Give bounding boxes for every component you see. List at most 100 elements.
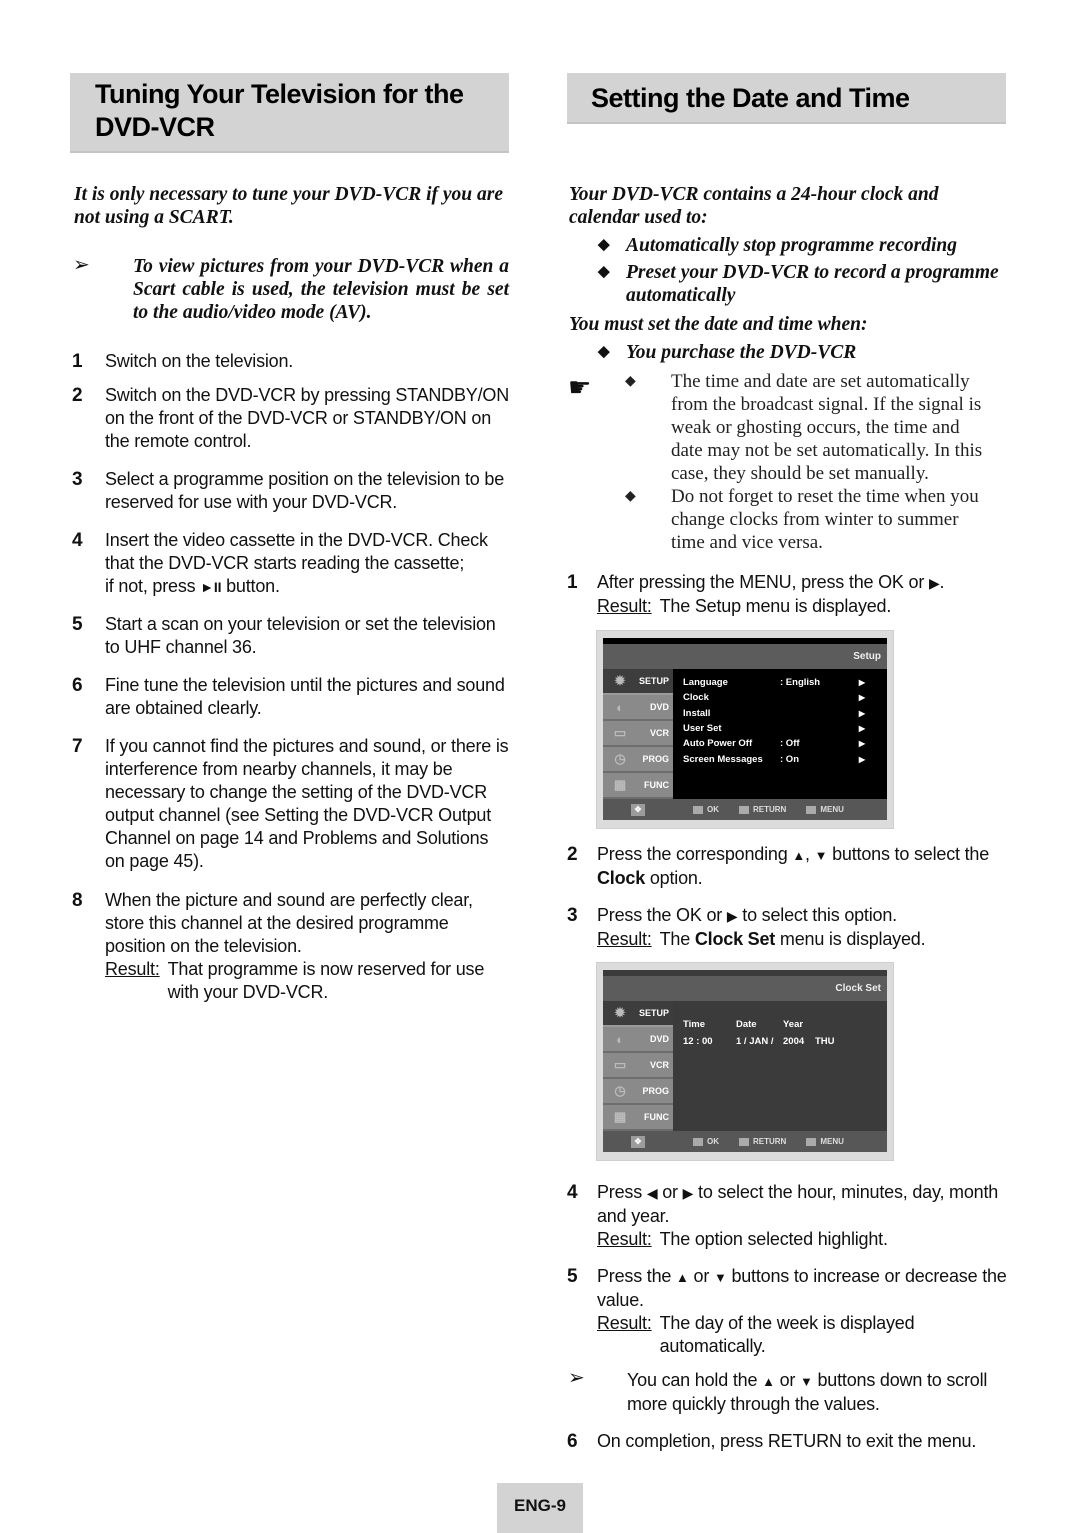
osd-option-auto-power-off[interactable]: Auto Power Off : Off ▶	[683, 736, 877, 751]
osd-return-hint: RETURN	[739, 1137, 786, 1146]
osd-option-install[interactable]: Install ▶	[683, 706, 877, 721]
osd-option-user-set[interactable]: User Set ▶	[683, 721, 877, 736]
section-title-date-time: Setting the Date and Time	[567, 73, 1006, 124]
weekday-value: THU	[815, 1036, 835, 1047]
osd-sidebar-label: PROG	[642, 1086, 669, 1096]
date-header: Date	[736, 1019, 757, 1030]
osd-sidebar-item-vcr[interactable]: ▭ VCR	[603, 721, 673, 747]
step-number: 2	[567, 844, 578, 865]
osd-option-clock[interactable]: Clock ▶	[683, 690, 877, 705]
option-value: : Off	[780, 738, 800, 750]
diamond-bullet-icon: ◆	[598, 344, 610, 360]
step-number: 4	[567, 1182, 578, 1203]
osd-sidebar-item-setup[interactable]: ✹ SETUP	[603, 669, 673, 695]
osd-sidebar-item-vcr[interactable]: ▭ VCR	[603, 1053, 673, 1079]
osd-sidebar-item-prog[interactable]: ◷ PROG	[603, 1079, 673, 1105]
option-value: : English	[780, 677, 821, 689]
ok-label: OK	[707, 805, 719, 814]
diamond-bullet-icon: ◆	[625, 489, 636, 504]
tuning-step-7: 7 If you cannot find the pictures and so…	[72, 735, 512, 873]
left-arrow-icon: ◀	[646, 1185, 658, 1201]
step-number: 1	[72, 351, 83, 372]
date-value[interactable]: 1 / JAN /	[736, 1036, 783, 1047]
step-text: Select a programme position on the telev…	[105, 469, 505, 512]
osd-sidebar-label: FUNC	[644, 1112, 669, 1122]
must-set-heading: You must set the date and time when:	[569, 314, 868, 335]
step-number: 5	[567, 1266, 578, 1287]
osd-sidebar-label: DVD	[649, 1034, 669, 1044]
note-text: Do not forget to reset the time when you…	[671, 486, 979, 553]
navigation-pad-icon: ✥	[631, 803, 645, 816]
step-text: After pressing the MENU, press the OK or	[597, 572, 925, 592]
step-text: to select this option.	[742, 905, 897, 925]
uses-item: ◆ Preset your DVD-VCR to record a progra…	[598, 261, 1008, 307]
diamond-bullet-icon: ◆	[598, 237, 610, 253]
step-text: Switch on the television.	[105, 351, 294, 371]
uses-list: ◆ Automatically stop programme recording…	[598, 234, 1008, 307]
return-icon	[739, 805, 749, 814]
down-arrow-icon: ▼	[713, 1270, 727, 1285]
year-value[interactable]: 2004	[783, 1036, 815, 1047]
step-number: 8	[72, 890, 83, 911]
step-text-end: button.	[226, 576, 280, 596]
up-arrow-icon: ▲	[762, 1374, 775, 1389]
step-number: 5	[72, 614, 83, 635]
result-text: The	[659, 929, 691, 949]
option-label: Clock	[683, 692, 709, 704]
osd-sidebar-item-dvd[interactable]: ◐ DVD	[603, 695, 673, 721]
step-text: or	[662, 1182, 678, 1202]
right-arrow-icon: ▶	[858, 678, 865, 688]
osd-option-screen-messages[interactable]: Screen Messages : On ▶	[683, 751, 877, 766]
clock-step-3: 3 Press the OK or ▶ to select this optio…	[567, 904, 1007, 951]
result-text: That programme is now reserved for use w…	[167, 959, 485, 1002]
option-value: : On	[780, 753, 799, 765]
step-number: 6	[72, 675, 83, 696]
osd-setup-options: Language : English ▶ Clock ▶ Install ▶ U…	[673, 669, 887, 799]
osd-sidebar-label: SETUP	[638, 1008, 669, 1018]
osd-clock-fields: Time Date Year 12 : 00 1 / JAN / 2004 TH…	[673, 1001, 887, 1131]
osd-sidebar: ✹ SETUP ◐ DVD ▭ VCR ◷ PROG ▦ FUNC	[603, 1001, 673, 1131]
tuning-step-2: 2 Switch on the DVD-VCR by pressing STAN…	[72, 384, 512, 453]
function-grid-icon: ▦	[613, 777, 627, 792]
year-header: Year	[783, 1019, 804, 1030]
tuning-step-4: 4 Insert the video cassette in the DVD-V…	[72, 529, 512, 599]
step-number: 7	[72, 736, 83, 757]
time-value[interactable]: 12 : 00	[683, 1036, 736, 1047]
osd-sidebar-label: FUNC	[644, 780, 669, 790]
step-text: buttons to select the	[832, 844, 990, 864]
dvd-disc-icon: ◐	[616, 1031, 624, 1047]
step-number: 6	[567, 1431, 578, 1452]
clock-set-menu-screenshot: Clock Set ✹ SETUP ◐ DVD ▭ VCR ◷ PROG ▦ F…	[596, 962, 894, 1161]
menu-label: MENU	[820, 1137, 844, 1146]
osd-sidebar-item-func[interactable]: ▦ FUNC	[603, 1105, 673, 1131]
ok-icon	[693, 1137, 703, 1146]
osd-sidebar-item-prog[interactable]: ◷ PROG	[603, 747, 673, 773]
right-arrow-icon: ▶	[682, 1185, 694, 1201]
clock-step-4: 4 Press ◀ or ▶ to select the hour, minut…	[567, 1181, 1007, 1251]
osd-header: Clock Set	[603, 976, 887, 1001]
tuning-note: To view pictures from your DVD-VCR when …	[133, 256, 509, 323]
step-text-cont: if not, press	[105, 576, 196, 596]
osd-sidebar-label: DVD	[649, 702, 669, 712]
up-arrow-icon: ▲	[792, 848, 805, 863]
step-result: Result: The Clock Set menu is displayed.	[597, 928, 1007, 951]
time-header: Time	[683, 1019, 706, 1030]
right-arrow-icon: ▶	[858, 754, 865, 764]
osd-return-hint: RETURN	[739, 805, 786, 814]
result-label: Result:	[597, 929, 652, 949]
osd-option-language[interactable]: Language : English ▶	[683, 675, 877, 690]
osd-sidebar-item-func[interactable]: ▦ FUNC	[603, 773, 673, 799]
clock-step-6: 6 On completion, press RETURN to exit th…	[567, 1430, 1007, 1453]
scroll-tip: You can hold the ▲ or ▼ buttons down to …	[627, 1369, 1007, 1416]
step-result: Result: The day of the week is displayed…	[597, 1312, 1007, 1358]
step-number: 3	[567, 905, 578, 926]
menu-label: MENU	[820, 805, 844, 814]
step-text: option.	[649, 868, 703, 888]
osd-sidebar-item-setup[interactable]: ✹ SETUP	[603, 1001, 673, 1027]
osd-sidebar-item-dvd[interactable]: ◐ DVD	[603, 1027, 673, 1053]
auto-set-notes: ◆ The time and date are set automaticall…	[625, 370, 995, 554]
title-line-2: DVD-VCR	[95, 112, 215, 142]
menu-icon	[806, 805, 817, 814]
menu-icon	[806, 1137, 817, 1146]
tuning-step-8: 8 When the picture and sound are perfect…	[72, 889, 512, 1004]
